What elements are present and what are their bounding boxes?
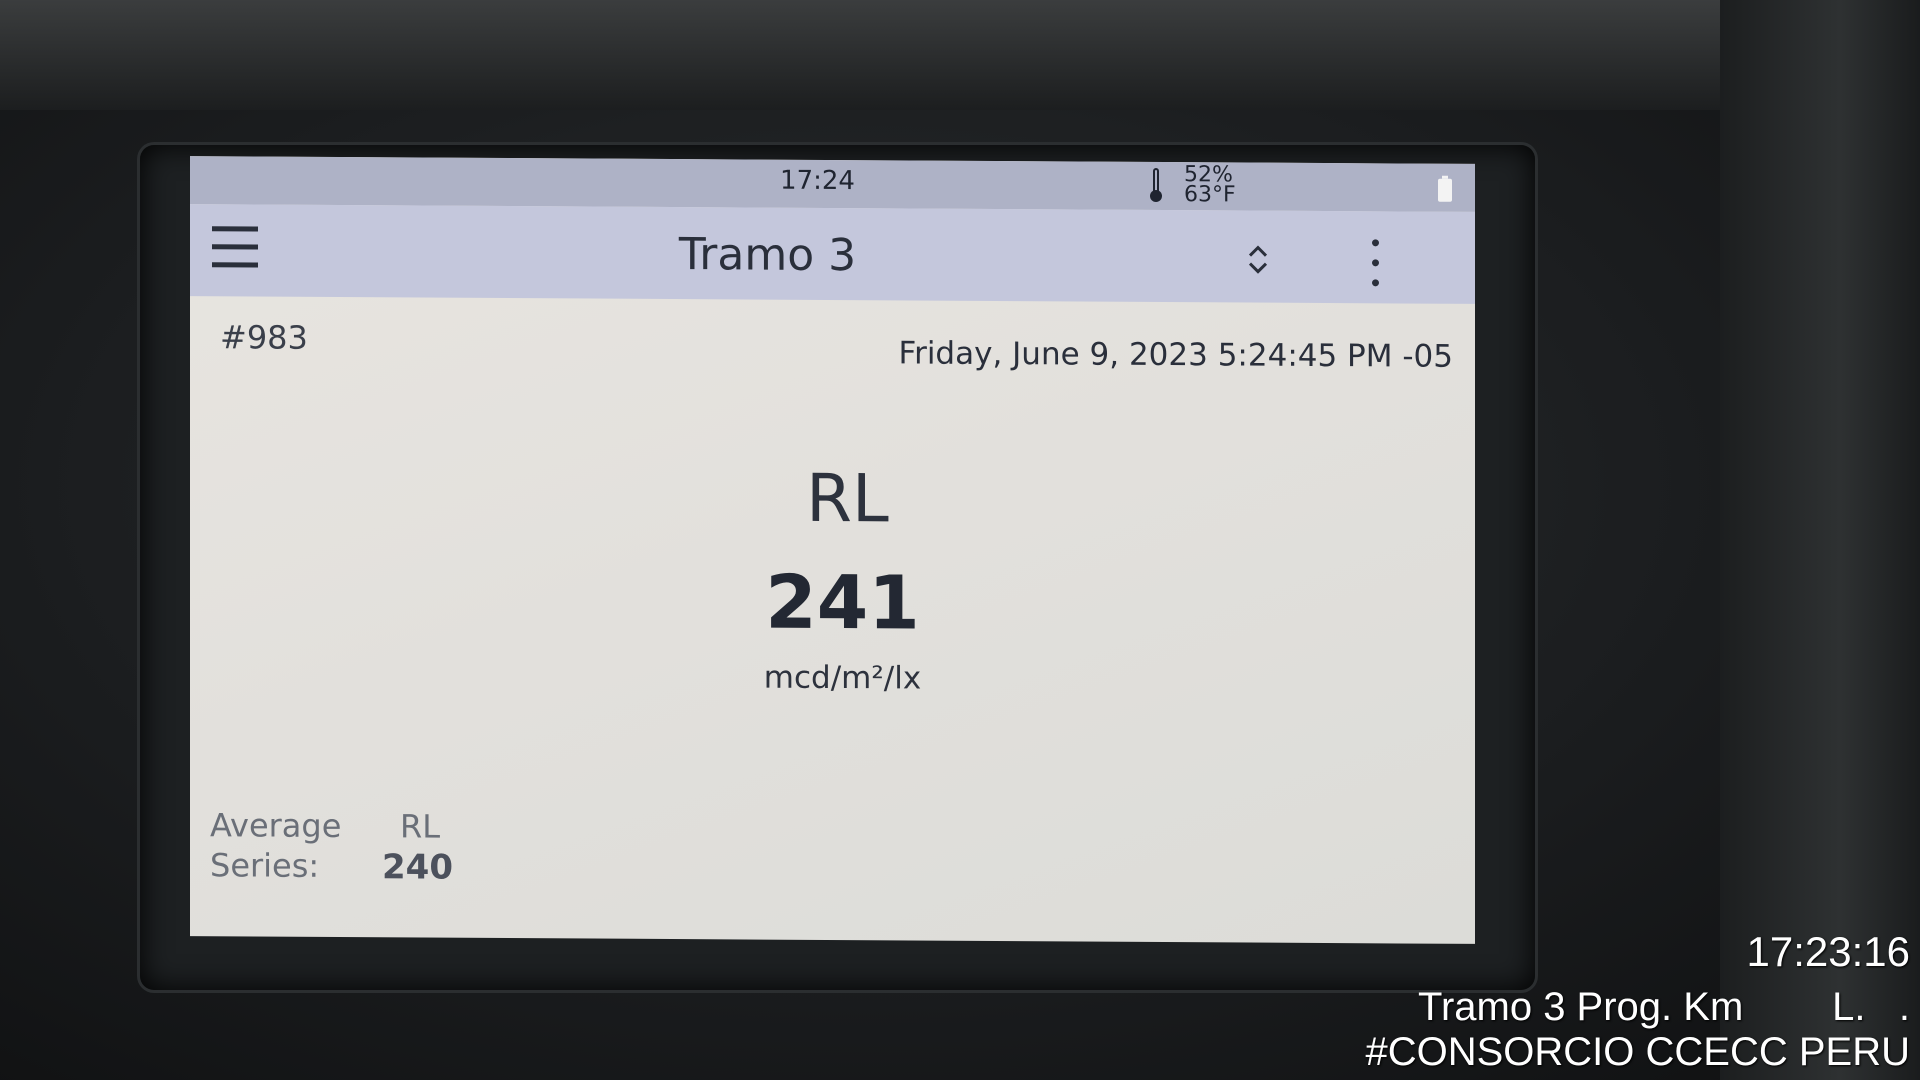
device-screen: 17:24 52% 63°F Tramo 3 #983 Friday, June… — [190, 156, 1475, 944]
record-number: #983 — [220, 318, 308, 357]
metric-value: 241 — [765, 559, 920, 647]
bezel-top — [0, 0, 1920, 110]
temperature-value: 63°F — [1184, 182, 1236, 208]
average-series-block: Average Series: RL 240 — [210, 806, 540, 908]
photo-organization: #CONSORCIO CCECC PERU — [1365, 1030, 1910, 1074]
photo-location: Tramo 3 Prog. Km L. . — [1418, 985, 1910, 1029]
more-options-icon[interactable] — [1368, 237, 1382, 289]
average-metric-label: RL — [400, 807, 441, 846]
average-metric-value: 240 — [382, 847, 453, 888]
metric-label: RL — [806, 459, 889, 538]
environment-readout: 52% 63°F — [1150, 162, 1270, 209]
page-title: Tramo 3 — [678, 229, 857, 282]
metric-unit: mcd/m²/lx — [763, 659, 922, 697]
average-label: Average — [210, 806, 342, 846]
chevron-up-down-icon[interactable] — [1245, 243, 1271, 277]
app-toolbar: Tramo 3 — [190, 204, 1475, 304]
thermometer-icon — [1150, 167, 1162, 203]
bezel-right — [1720, 0, 1920, 1080]
battery-icon — [1438, 175, 1452, 202]
series-label: Series: — [210, 846, 320, 885]
photo-timestamp: 17:23:16 — [1746, 928, 1911, 975]
status-time: 17:24 — [780, 165, 855, 197]
status-bar: 17:24 52% 63°F — [190, 156, 1475, 212]
measurement-datetime: Friday, June 9, 2023 5:24:45 PM -05 — [898, 335, 1454, 375]
